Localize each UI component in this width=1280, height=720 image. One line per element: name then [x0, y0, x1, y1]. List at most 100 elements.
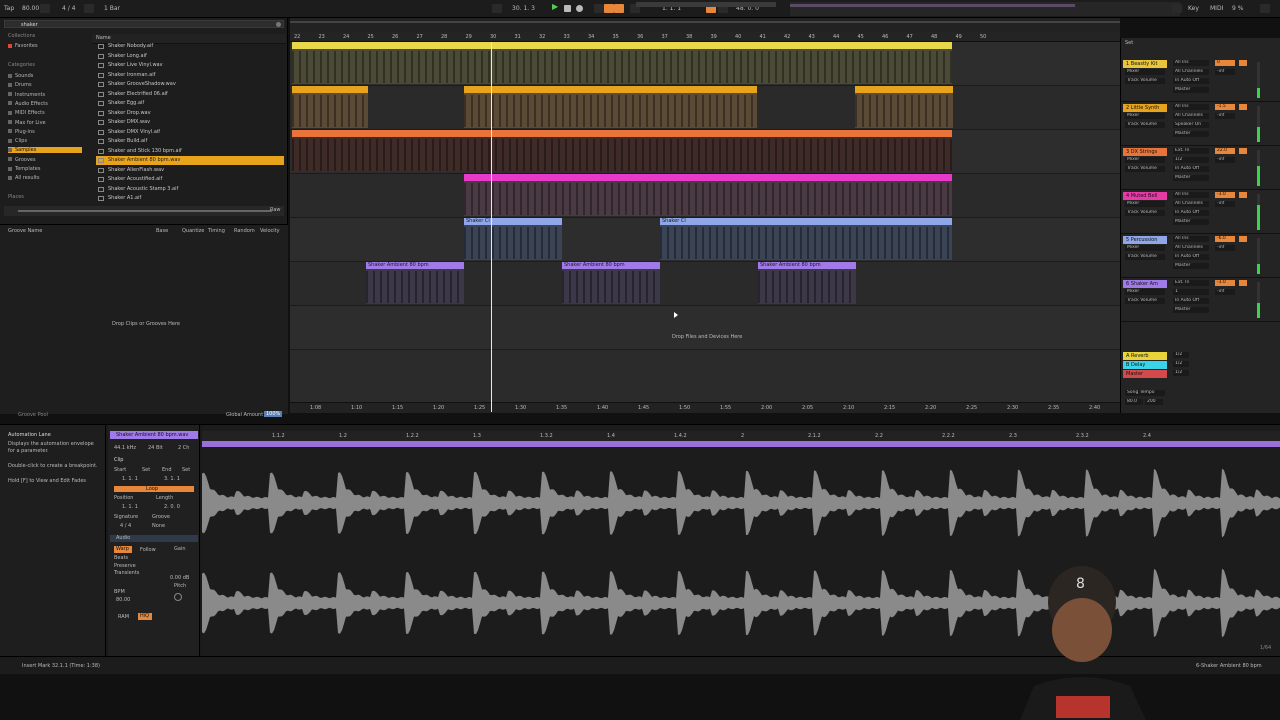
pan-field[interactable]: -inf [1215, 69, 1235, 75]
monitor-select[interactable]: In Auto Off [1173, 298, 1209, 304]
song-tempo-select[interactable]: Song Tempo [1125, 390, 1165, 396]
clip-header[interactable]: Shaker Ambient 80 bpm [366, 262, 464, 269]
track-name[interactable]: 1 Beastly Kit [1123, 60, 1167, 68]
key-map-button[interactable]: Key [1188, 5, 1199, 12]
beat-marker[interactable]: 1.3 [473, 433, 481, 439]
volume-field[interactable]: -3.0 [1215, 280, 1235, 286]
metronome-button[interactable] [84, 4, 94, 13]
transpose-knob[interactable] [174, 593, 182, 601]
arrangement-clip[interactable]: Shaker Ambient 80 bpm [562, 262, 660, 304]
track-lane[interactable] [290, 42, 1120, 86]
overview-bar[interactable] [636, 2, 776, 7]
monitor-select[interactable]: In Auto Off [1173, 254, 1209, 260]
follow-button[interactable] [492, 4, 502, 13]
track-lane[interactable]: Shaker Ambient 80 bpm Shaker Ambient 80 b… [290, 262, 1120, 306]
clip-header[interactable]: Shaker Ambient 80 bpm [562, 262, 660, 269]
midi-map-button[interactable]: MIDI [1210, 5, 1223, 12]
category-item[interactable]: MIDI Effects [8, 110, 45, 116]
record-icon[interactable] [576, 5, 583, 12]
category-item[interactable]: Instruments [8, 92, 45, 98]
track-lane[interactable] [290, 86, 1120, 130]
arrangement-clip[interactable]: Shaker Cl [464, 218, 562, 260]
file-row[interactable]: Shaker Egg.aif [96, 99, 284, 108]
mixer-toggle[interactable]: Mixer [1125, 201, 1165, 207]
volume-field[interactable]: -1.5 [1215, 104, 1235, 110]
track-name[interactable]: 2 Little Synth [1123, 104, 1167, 112]
pan-field[interactable]: -inf [1215, 245, 1235, 251]
file-row[interactable]: Shaker Acoustified.aif [96, 175, 284, 184]
file-row[interactable]: Shaker Drop.wav [96, 109, 284, 118]
tap-button[interactable]: Tap [4, 5, 14, 12]
track-activator[interactable] [1239, 280, 1247, 286]
track-lane[interactable] [290, 174, 1120, 218]
global-amount-field[interactable]: 100% [264, 411, 283, 417]
groove-column-header[interactable]: Velocity [260, 228, 280, 234]
search-input[interactable]: shaker [4, 20, 284, 28]
tempo-max-field[interactable]: 200 [1145, 399, 1163, 405]
file-row[interactable]: Shaker Electrified 06.aif [96, 90, 284, 99]
clip-header[interactable]: Shaker Ambient 80 bpm [758, 262, 856, 269]
beat-marker[interactable]: 2.2 [875, 433, 883, 439]
song-position[interactable]: 30. 1. 3 [512, 5, 535, 12]
mixer-toggle[interactable]: Mixer [1125, 113, 1165, 119]
beat-marker[interactable]: 1.4.2 [674, 433, 687, 439]
beat-marker[interactable]: 1.4 [607, 433, 615, 439]
session-record-button[interactable] [614, 4, 624, 13]
signature-value[interactable]: 4 / 4 [120, 523, 131, 529]
beat-marker[interactable]: 2.3 [1009, 433, 1017, 439]
input-channel-select[interactable]: 1/2 [1173, 157, 1209, 163]
output-select[interactable]: Master [1173, 263, 1209, 269]
length-value[interactable]: 2. 0. 0 [164, 504, 180, 510]
set-start-button[interactable]: Set [142, 467, 150, 473]
warp-mode-select[interactable]: Beats [114, 555, 128, 561]
preserve-select[interactable]: Transients [114, 570, 139, 576]
start-value[interactable]: 1. 1. 1 [122, 476, 138, 482]
clip-name-bar[interactable]: Shaker Ambient 80 bpm.wav [110, 431, 198, 439]
file-row[interactable]: Shaker AlienFlash.wav [96, 166, 284, 175]
track-name[interactable]: 5 Percussion [1123, 236, 1167, 244]
pan-field[interactable]: -inf [1215, 201, 1235, 207]
track-lane[interactable]: Shaker Cl Shaker Cl [290, 218, 1120, 262]
groove-column-header[interactable]: Timing [208, 228, 225, 234]
arrangement-clip[interactable] [855, 86, 953, 128]
waveform-channel[interactable] [202, 468, 1280, 538]
clip-header[interactable] [464, 174, 952, 181]
file-row[interactable]: Shaker Live Vinyl.wav [96, 61, 284, 70]
beat-marker[interactable]: 2.1.2 [808, 433, 821, 439]
file-row[interactable]: Shaker A1.aif [96, 194, 284, 203]
automation-param-select[interactable]: Track Volume [1125, 122, 1165, 128]
groove-column-header[interactable]: Quantize [182, 228, 204, 234]
track-name[interactable]: 6 Shaker Am [1123, 280, 1167, 288]
clip-header[interactable] [292, 42, 952, 49]
input-type-select[interactable]: All Ins [1173, 236, 1209, 242]
arrangement-clip[interactable]: Shaker Cl [660, 218, 952, 260]
category-item[interactable]: Max for Live [8, 120, 46, 126]
track-name[interactable]: 4 Muted Bell [1123, 192, 1167, 200]
set-end-button[interactable]: Set [182, 467, 190, 473]
mixer-toggle[interactable]: Mixer [1125, 69, 1165, 75]
hiq-button[interactable]: HiQ [138, 613, 152, 620]
file-row[interactable]: Shaker DMX Vinyl.aif [96, 128, 284, 137]
volume-field[interactable]: -3.0 [1215, 192, 1235, 198]
monitor-select[interactable]: In Auto Off [1173, 166, 1209, 172]
input-type-select[interactable]: All Ins [1173, 60, 1209, 66]
output-select[interactable]: Master [1173, 307, 1209, 313]
stop-icon[interactable] [564, 5, 571, 12]
file-row[interactable]: Shaker Acoustic Stamp 3.aif [96, 185, 284, 194]
monitor-select[interactable]: In Auto Off [1173, 210, 1209, 216]
arrangement-clip[interactable]: Shaker Ambient 80 bpm [758, 262, 856, 304]
track-name[interactable]: 3 DX Strings [1123, 148, 1167, 156]
input-channel-select[interactable]: All Channels [1173, 113, 1209, 119]
track-activator[interactable] [1239, 192, 1247, 198]
file-row[interactable]: Shaker Ambient 80 bpm.wav [96, 156, 284, 165]
output-select[interactable]: Master [1173, 87, 1209, 93]
favorites-item[interactable]: Favorites [8, 43, 38, 49]
file-row[interactable]: Shaker Build.aif [96, 137, 284, 146]
groove-column-header[interactable]: Random [234, 228, 255, 234]
audio-section-header[interactable]: Audio [110, 535, 198, 542]
ram-button[interactable]: RAM [118, 614, 129, 620]
file-row[interactable]: Shaker Long.aif [96, 52, 284, 61]
arrangement-clip[interactable] [292, 86, 368, 128]
groove-column-header[interactable]: Groove Name [8, 228, 42, 234]
input-channel-select[interactable]: All Channels [1173, 201, 1209, 207]
